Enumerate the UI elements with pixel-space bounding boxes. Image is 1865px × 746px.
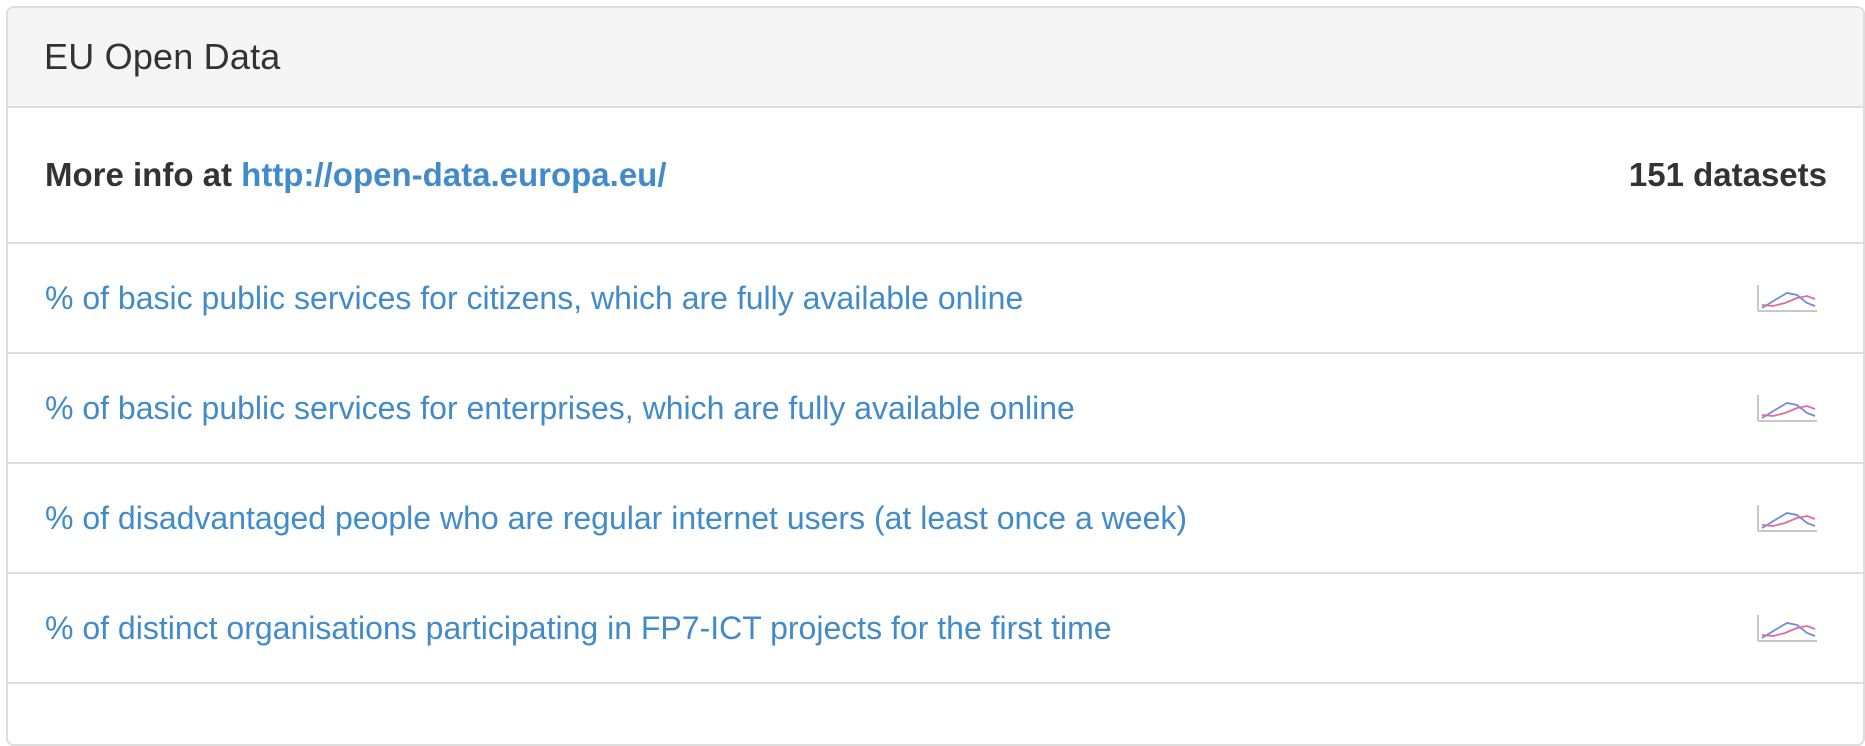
dataset-link[interactable]: % of basic public services for citizens,…	[45, 280, 1023, 317]
panel-title: EU Open Data	[44, 36, 281, 77]
dataset-link[interactable]: % of distinct organisations participatin…	[45, 610, 1112, 647]
list-item: % of basic public services for enterpris…	[8, 354, 1863, 464]
line-chart-icon[interactable]	[1755, 501, 1819, 535]
eu-open-data-panel: EU Open Data More info at http://open-da…	[6, 6, 1865, 746]
line-chart-icon[interactable]	[1755, 611, 1819, 645]
list-item: % of distinct organisations participatin…	[8, 574, 1863, 684]
panel-heading: EU Open Data	[8, 8, 1863, 108]
dataset-link[interactable]: % of basic public services for enterpris…	[45, 390, 1075, 427]
more-info-text: More info at http://open-data.europa.eu/	[45, 156, 667, 194]
line-chart-icon[interactable]	[1755, 391, 1819, 425]
list-item: % of disadvantaged people who are regula…	[8, 464, 1863, 574]
info-row: More info at http://open-data.europa.eu/…	[8, 108, 1863, 244]
dataset-count: 151 datasets	[1628, 156, 1827, 193]
more-info-prefix: More info at	[45, 156, 232, 193]
dataset-link[interactable]: % of disadvantaged people who are regula…	[45, 500, 1187, 537]
list-item-partial	[8, 684, 1863, 744]
open-data-portal-link[interactable]: http://open-data.europa.eu/	[241, 156, 666, 193]
line-chart-icon[interactable]	[1755, 281, 1819, 315]
list-item: % of basic public services for citizens,…	[8, 244, 1863, 354]
